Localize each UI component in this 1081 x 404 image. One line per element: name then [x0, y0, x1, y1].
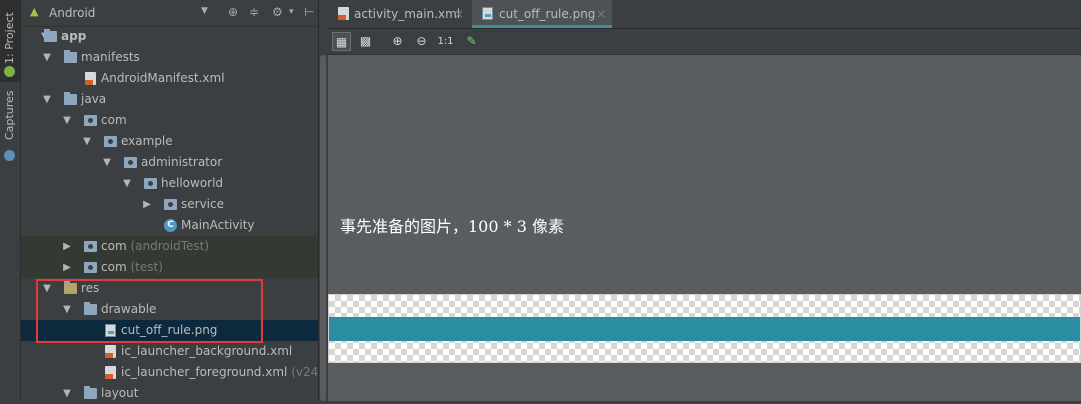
expand-arrow-icon[interactable]: ▼ [101, 152, 113, 173]
tree-item-com[interactable]: ▼ com [21, 110, 318, 131]
captures-tool-tab-label: Captures [3, 90, 16, 140]
module-folder-icon [44, 29, 57, 42]
hide-panel-icon[interactable]: ⊢ [304, 5, 314, 19]
image-editor-toolbar: ▦ ▩ ⊕ ⊖ 1:1 ✎ [328, 29, 1081, 55]
project-tool-tab-label: 1: Project [3, 12, 16, 64]
tree-item-label: com (test) [101, 260, 163, 274]
image-canvas: 事先准备的图片，100 * 3 像素 [328, 55, 1081, 401]
expand-arrow-icon[interactable]: ▼ [121, 173, 133, 194]
tree-item-label: java [81, 92, 107, 106]
zoom-out-icon[interactable]: ⊖ [412, 32, 431, 51]
tree-item-app[interactable]: ▼ app [21, 26, 318, 47]
package-icon [84, 262, 97, 273]
collapse-all-icon[interactable]: ≑ [249, 5, 259, 19]
xml-file-icon [338, 7, 349, 20]
tree-item-java[interactable]: ▼ java [21, 89, 318, 110]
tab-label: activity_main.xml [354, 7, 461, 21]
tree-item-label: service [181, 197, 224, 211]
package-icon [144, 178, 157, 189]
image-color-stripe [329, 317, 1080, 341]
tree-item-label: MainActivity [181, 218, 255, 232]
android-icon [4, 66, 15, 77]
class-icon: C [164, 219, 177, 232]
annotation-highlight-box [36, 279, 263, 343]
tree-item-label: example [121, 134, 173, 148]
image-caption: 事先准备的图片，100 * 3 像素 [340, 217, 564, 236]
grid-icon[interactable]: ▩ [356, 32, 375, 51]
project-tool-tab[interactable]: 1: Project [0, 0, 20, 82]
editor-tab-bar: activity_main.xml × cut_off_rule.png × [328, 0, 1081, 29]
tree-item-label: com (androidTest) [101, 239, 210, 253]
tree-item-label: manifests [81, 50, 140, 64]
package-icon [164, 199, 177, 210]
collapse-arrow-icon[interactable]: ▶ [61, 257, 73, 278]
zoom-in-icon[interactable]: ⊕ [388, 32, 407, 51]
tree-item-ic-launcher-foreground[interactable]: ic_launcher_foreground.xml (v24) [21, 362, 323, 383]
gear-icon[interactable]: ⚙ [272, 5, 283, 19]
tree-item-service[interactable]: ▶ service [21, 194, 318, 215]
project-view-selector[interactable]: Android [49, 6, 95, 20]
captures-tool-tab[interactable]: Captures [0, 90, 20, 165]
android-icon: ▲ [30, 5, 39, 18]
png-file-icon [482, 7, 493, 20]
tree-item-label: administrator [141, 155, 223, 169]
xml-file-icon [105, 345, 116, 358]
project-panel: ▲ Android ▼ ⊕ ≑ ⚙ ▾ ⊢ ▼ app ▼ manifests … [21, 0, 323, 401]
chevron-down-icon[interactable]: ▼ [201, 6, 208, 16]
tree-item-sublabel: (test) [130, 260, 163, 274]
expand-arrow-icon[interactable]: ▼ [41, 47, 53, 68]
package-icon [84, 241, 97, 252]
tree-item-com-test[interactable]: ▶ com (test) [21, 257, 318, 278]
xml-file-icon [85, 72, 96, 85]
scrollbar-thumb[interactable] [320, 55, 326, 401]
project-panel-scrollbar[interactable] [318, 0, 328, 401]
tree-item-androidmanifest[interactable]: AndroidManifest.xml [21, 68, 318, 89]
tree-item-com-androidtest[interactable]: ▶ com (androidTest) [21, 236, 318, 257]
tree-item-label: AndroidManifest.xml [101, 71, 225, 85]
collapse-arrow-icon[interactable]: ▶ [141, 194, 153, 215]
tab-label: cut_off_rule.png [499, 7, 596, 21]
tree-item-mainactivity[interactable]: C MainActivity [21, 215, 318, 236]
tree-item-label: ic_launcher_background.xml [121, 344, 293, 358]
tree-item-manifests[interactable]: ▼ manifests [21, 47, 318, 68]
folder-icon [64, 50, 77, 63]
tree-item-sublabel: (androidTest) [130, 239, 210, 253]
tool-window-strip: 1: Project Captures [0, 0, 21, 401]
tree-item-ic-launcher-background[interactable]: ic_launcher_background.xml [21, 341, 318, 362]
close-icon[interactable]: × [454, 0, 464, 28]
expand-arrow-icon[interactable]: ▼ [61, 110, 73, 131]
tree-item-label: ic_launcher_foreground.xml (v24) [121, 365, 323, 379]
chessboard-icon[interactable]: ▦ [332, 32, 351, 51]
tree-item-label: com [101, 113, 127, 127]
folder-icon [84, 386, 97, 399]
tree-item-example[interactable]: ▼ example [21, 131, 318, 152]
gear-dropdown-icon[interactable]: ▾ [289, 7, 294, 17]
locate-target-icon[interactable]: ⊕ [228, 5, 238, 19]
close-icon[interactable]: × [596, 0, 606, 28]
tree-item-helloworld[interactable]: ▼ helloworld [21, 173, 318, 194]
tree-item-label: app [61, 29, 87, 43]
project-panel-header: ▲ Android ▼ ⊕ ≑ ⚙ ▾ ⊢ [21, 0, 318, 27]
package-icon [124, 157, 137, 168]
expand-arrow-icon[interactable]: ▼ [41, 89, 53, 110]
tree-item-administrator[interactable]: ▼ administrator [21, 152, 318, 173]
package-icon [104, 136, 117, 147]
tab-activity-main[interactable]: activity_main.xml × [328, 0, 468, 28]
actual-size-icon[interactable]: 1:1 [436, 32, 455, 51]
tree-item-label: helloworld [161, 176, 224, 190]
tab-cut-off-rule[interactable]: cut_off_rule.png × [472, 0, 612, 28]
captures-icon [4, 150, 15, 161]
folder-icon [64, 92, 77, 105]
xml-file-icon [105, 366, 116, 379]
color-picker-icon[interactable]: ✎ [462, 32, 481, 51]
expand-arrow-icon[interactable]: ▼ [81, 131, 93, 152]
package-icon [84, 115, 97, 126]
collapse-arrow-icon[interactable]: ▶ [61, 236, 73, 257]
image-preview [328, 294, 1081, 363]
